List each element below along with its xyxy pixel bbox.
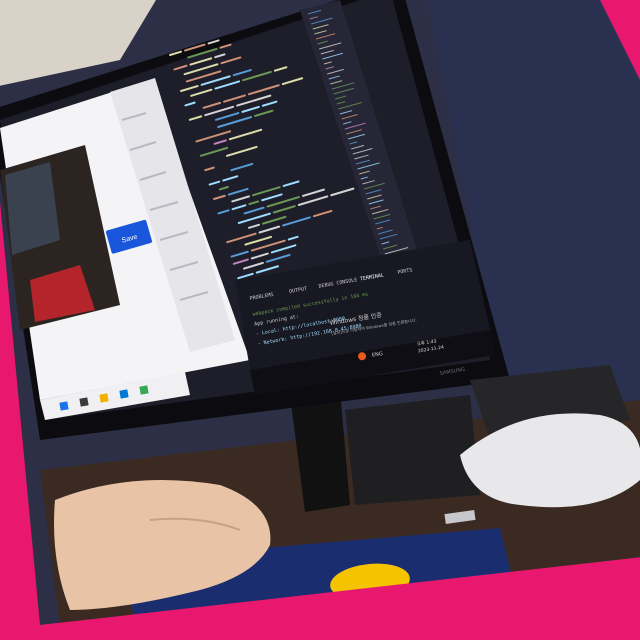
- black-case: [345, 395, 480, 505]
- photo-card: Save PROBLEMS OUTPUT DEBUG CONSOLE TERMI…: [0, 0, 640, 640]
- edge-icon[interactable]: [119, 389, 129, 399]
- start-icon[interactable]: [59, 401, 69, 411]
- photo-scene: Save PROBLEMS OUTPUT DEBUG CONSOLE TERMI…: [0, 0, 640, 640]
- chrome-icon[interactable]: [139, 385, 149, 395]
- taskbar-app-icon[interactable]: [79, 397, 89, 407]
- scene-svg: Save PROBLEMS OUTPUT DEBUG CONSOLE TERMI…: [0, 0, 640, 640]
- webcam-monitor-recursion: [5, 162, 60, 255]
- folder-icon[interactable]: [99, 393, 109, 403]
